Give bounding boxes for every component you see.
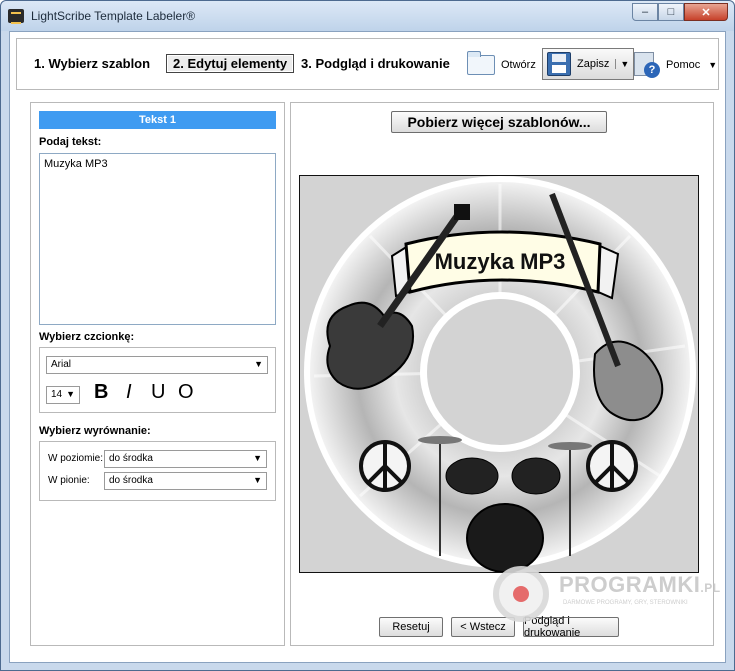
disc-center-hole (427, 299, 573, 445)
bold-button[interactable]: B (94, 381, 108, 404)
horizontal-align-select[interactable]: do środka ▼ (104, 450, 267, 468)
app-window: LightScribe Template Labeler® – □ ✕ 1. W… (0, 0, 735, 671)
more-templates-button[interactable]: Pobierz więcej szablonów... (391, 111, 607, 133)
save-button[interactable]: Zapisz ▼ (542, 48, 635, 80)
window-title: LightScribe Template Labeler® (31, 9, 196, 23)
horizontal-align-value: do środka (109, 453, 153, 464)
vertical-align-value: do środka (109, 475, 153, 486)
peace-symbol-left (359, 440, 411, 492)
horizontal-align-label: W poziomie: (48, 453, 104, 464)
alignment-label: Wybierz wyrównanie: (39, 425, 151, 437)
element-header: Tekst 1 (39, 111, 276, 129)
font-size-select[interactable]: 14 ▼ (46, 386, 80, 404)
alignment-group: W poziomie: do środka ▼ W pionie: do śro… (39, 441, 276, 501)
step-preview-print[interactable]: 3. Podgląd i drukowanie (301, 56, 450, 71)
save-button-label: Zapisz (577, 58, 610, 70)
folder-icon (467, 51, 495, 75)
font-family-value: Arial (51, 359, 72, 370)
disc-preview[interactable]: Muzyka MP3 (299, 175, 699, 573)
disc-title-text: Muzyka MP3 (435, 249, 566, 274)
preview-print-button[interactable]: Podgląd i drukowanie (523, 615, 619, 639)
reset-button[interactable]: Resetuj (379, 617, 443, 637)
font-label: Wybierz czcionkę: (39, 331, 135, 343)
title-bar[interactable]: LightScribe Template Labeler® – □ ✕ (1, 1, 734, 31)
open-button-label: Otwórz (501, 59, 536, 71)
back-button[interactable]: < Wstecz (451, 617, 515, 637)
properties-panel: Tekst 1 Podaj tekst: Muzyka MP3 Wybierz … (30, 102, 285, 646)
vertical-align-select[interactable]: do środka ▼ (104, 472, 267, 490)
watermark-tagline: DARMOWE PROGRAMY, GRY, STEROWNIKI (563, 600, 688, 606)
minimize-button[interactable]: – (632, 3, 658, 21)
font-group: Arial ▼ 14 ▼ B I U O (39, 347, 276, 413)
vertical-align-label: W pionie: (48, 475, 90, 486)
toolbar: 1. Wybierz szablon 2. Edytuj elementy 3.… (16, 38, 719, 90)
chevron-down-icon: ▼ (253, 453, 262, 463)
text-input[interactable]: Muzyka MP3 (39, 153, 276, 325)
step-edit-elements[interactable]: 2. Edytuj elementy (166, 54, 295, 73)
peace-symbol-right (586, 440, 638, 492)
text-label: Podaj tekst: (39, 136, 102, 148)
disc-label-svg: Muzyka MP3 (304, 176, 696, 572)
font-family-select[interactable]: Arial ▼ (46, 356, 268, 374)
floppy-disk-icon (547, 52, 571, 76)
lightscribe-app-icon (8, 9, 24, 24)
chevron-down-icon: ▼ (66, 389, 75, 399)
help-icon: ? (634, 52, 660, 78)
close-button[interactable]: ✕ (684, 3, 728, 21)
outline-button[interactable]: O (178, 381, 194, 404)
italic-button[interactable]: I (126, 381, 132, 404)
maximize-button[interactable]: □ (658, 3, 684, 21)
help-button[interactable]: ? Pomoc ▼ (634, 49, 717, 81)
window-controls: – □ ✕ (632, 3, 728, 21)
underline-button[interactable]: U (151, 381, 165, 404)
chevron-down-icon: ▼ (254, 359, 263, 369)
watermark-name: PROGRAMKI.PL (559, 572, 721, 597)
font-size-value: 14 (51, 389, 63, 400)
chevron-down-icon: ▼ (253, 475, 262, 485)
watermark-logo-icon (493, 566, 549, 622)
help-question-icon: ? (644, 62, 660, 78)
help-button-label: Pomoc (666, 59, 701, 71)
help-dropdown-arrow[interactable]: ▼ (708, 60, 717, 70)
step-choose-template[interactable]: 1. Wybierz szablon (34, 56, 150, 71)
open-button[interactable]: Otwórz (467, 49, 536, 81)
programki-watermark: PROGRAMKI.PL DARMOWE PROGRAMY, GRY, STER… (489, 564, 720, 622)
save-dropdown-arrow[interactable]: ▼ (615, 59, 629, 69)
